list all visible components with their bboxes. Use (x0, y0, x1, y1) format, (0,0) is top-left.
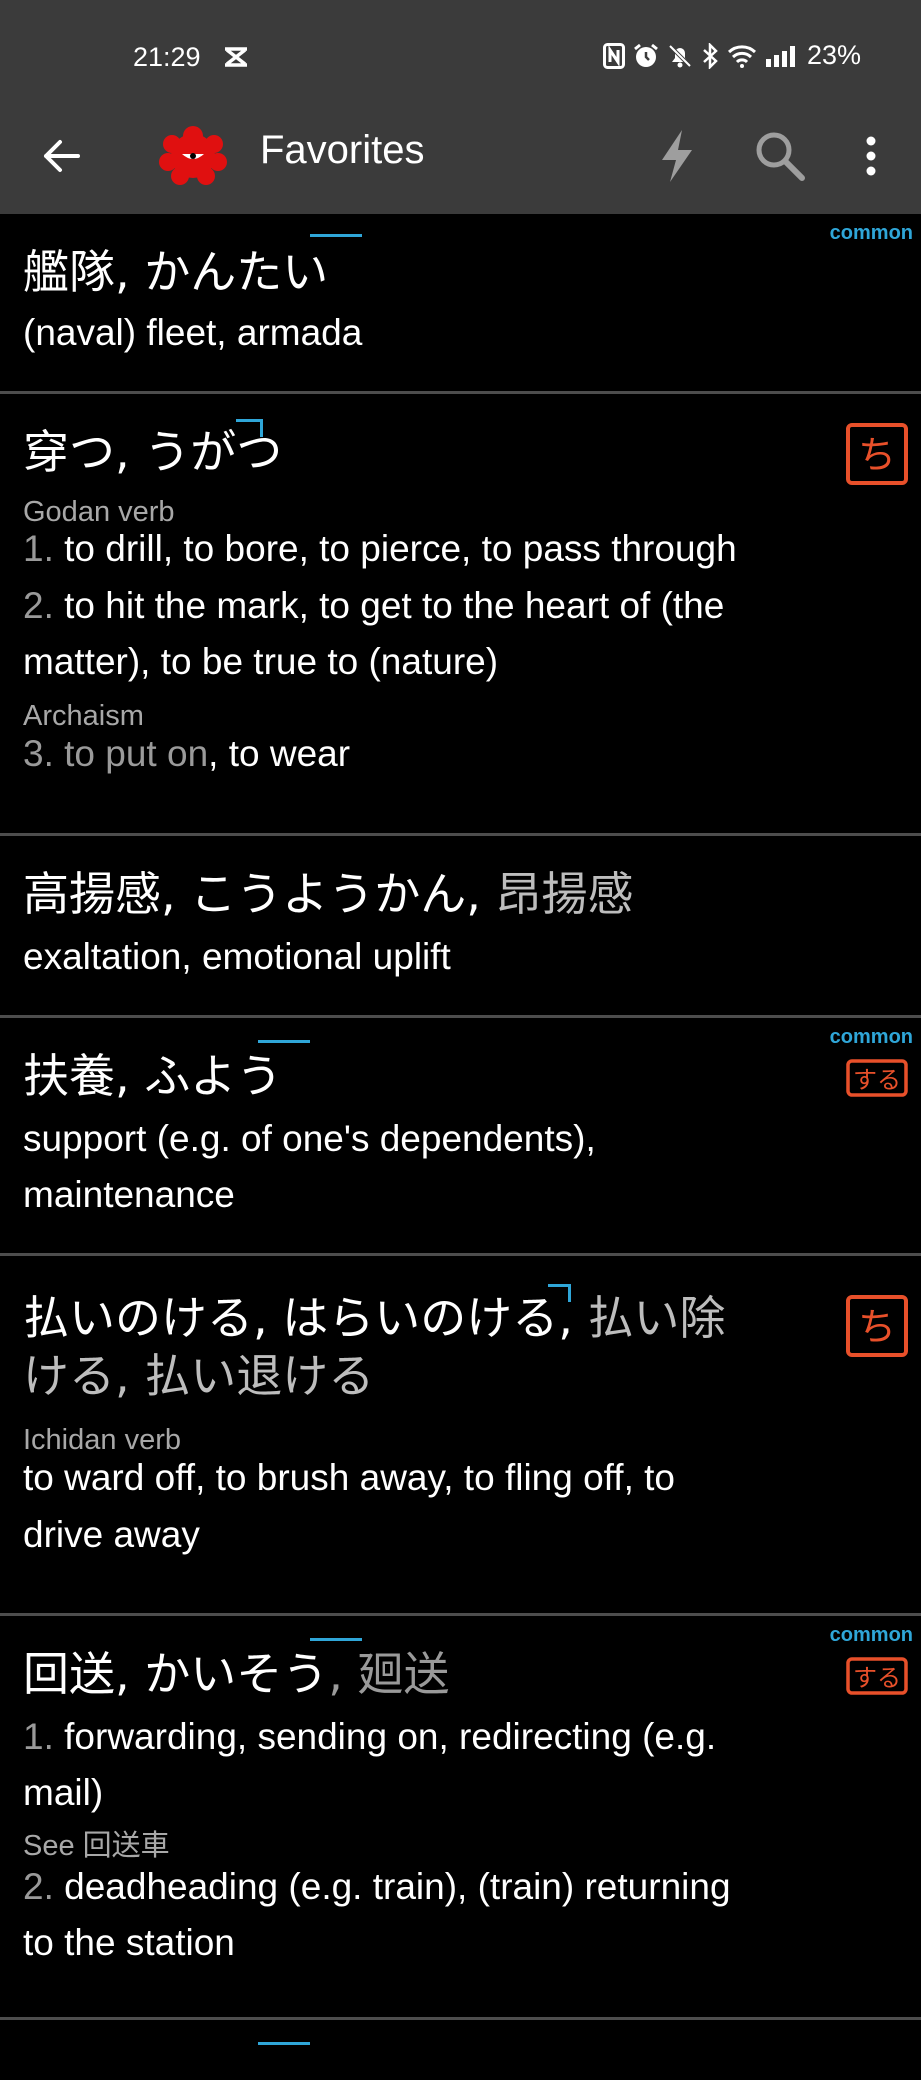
headword: 回送, かいそう, 廻送 (23, 1647, 450, 1701)
meaning: to ward off, to brush away, to fling off… (23, 1457, 675, 1498)
back-arrow-icon[interactable] (40, 134, 84, 178)
meaning-cont: drive away (23, 1514, 200, 1555)
pitch-accent-mark (258, 2042, 310, 2045)
svg-text:ち: ち (858, 433, 896, 477)
sense-2-cont: to the station (23, 1922, 235, 1963)
svg-text:ち: ち (858, 1305, 896, 1349)
sense-2: 2. deadheading (e.g. train), (train) ret… (23, 1866, 731, 1907)
status-bar: 21:29 23% (0, 0, 921, 104)
meaning: (naval) fleet, armada (23, 312, 363, 353)
favorites-list: common 艦隊, かんたい (naval) fleet, armada 穿つ… (0, 214, 921, 2080)
cross-reference[interactable]: See 回送車 (23, 1828, 170, 1864)
sense-2: 2. to hit the mark, to get to the heart … (23, 585, 725, 626)
flash-icon[interactable] (658, 128, 696, 184)
common-tag: common (829, 1624, 913, 1646)
app-title: Favorites (260, 128, 425, 172)
pitch-accent-mark (310, 234, 362, 237)
list-item[interactable]: common 扶養, ふよう する support (e.g. of one's… (0, 1018, 921, 1256)
headword: 扶養, ふよう (23, 1049, 283, 1103)
godan-verb-badge (845, 608, 909, 672)
common-tag: common (829, 1026, 913, 1048)
wifi-icon (727, 44, 757, 68)
status-time: 21:29 (133, 42, 201, 72)
bluetooth-icon (701, 42, 719, 69)
list-item[interactable]: 払いのける, はらいのける, 払い除 ける, 払い退ける ち Ichidan v… (0, 1256, 921, 1616)
ichidan-verb-badge: ち (845, 1294, 909, 1358)
app-logo-icon (158, 124, 228, 188)
sense-3: 3. to put on, to wear (23, 733, 351, 774)
mute-icon (667, 43, 693, 69)
list-item[interactable]: 穿つ, うがつ ち Godan verb 1. to drill, to bor… (0, 394, 921, 836)
alarm-icon (633, 43, 659, 69)
verb-badge-icon: ち (845, 422, 909, 486)
list-item[interactable]: 高揚感, こうようかん, 昂揚感 exaltation, emotional u… (0, 836, 921, 1018)
headword: 高揚感, こうようかん, 昂揚感 (23, 867, 634, 921)
search-icon[interactable] (752, 128, 808, 184)
list-item[interactable]: common 回送, かいそう, 廻送 する 1. forwarding, se… (0, 1616, 921, 2020)
headword: 艦隊, かんたい (23, 245, 329, 299)
pitch-accent-mark (548, 1284, 570, 1287)
sense-1-cont: mail) (23, 1772, 104, 1813)
suru-verb-badge: する (845, 1058, 909, 1098)
svg-text:する: する (853, 1664, 901, 1692)
signal-icon (765, 45, 795, 67)
notification-icon (223, 46, 249, 72)
status-icons: 23% (602, 40, 861, 71)
sense-1: 1. forwarding, sending on, redirecting (… (23, 1716, 717, 1757)
headword-cont: ける, 払い退ける (23, 1349, 375, 1403)
meaning: support (e.g. of one's dependents), (23, 1118, 596, 1159)
app-bar: Favorites (0, 104, 921, 214)
common-tag: common (829, 222, 913, 244)
nfc-icon (602, 42, 625, 69)
svg-text:する: する (853, 1066, 901, 1094)
battery-percent: 23% (806, 40, 861, 70)
headword: 穿つ, うがつ (23, 425, 283, 479)
pitch-accent-mark (310, 1638, 362, 1641)
pitch-accent-mark (258, 1040, 310, 1043)
sense-1: 1. to drill, to bore, to pierce, to pass… (23, 528, 737, 569)
headword: 払いのける, はらいのける, 払い除 (23, 1291, 726, 1345)
meaning: exaltation, emotional uplift (23, 936, 451, 977)
list-item[interactable]: common 艦隊, かんたい (naval) fleet, armada (0, 214, 921, 394)
sense-2-cont: matter), to be true to (nature) (23, 641, 499, 682)
more-vert-icon[interactable] (858, 134, 884, 178)
list-item[interactable] (0, 2020, 921, 2080)
suru-verb-badge: する (845, 1656, 909, 1696)
pitch-accent-mark (236, 419, 262, 422)
meaning-cont: maintenance (23, 1174, 235, 1215)
